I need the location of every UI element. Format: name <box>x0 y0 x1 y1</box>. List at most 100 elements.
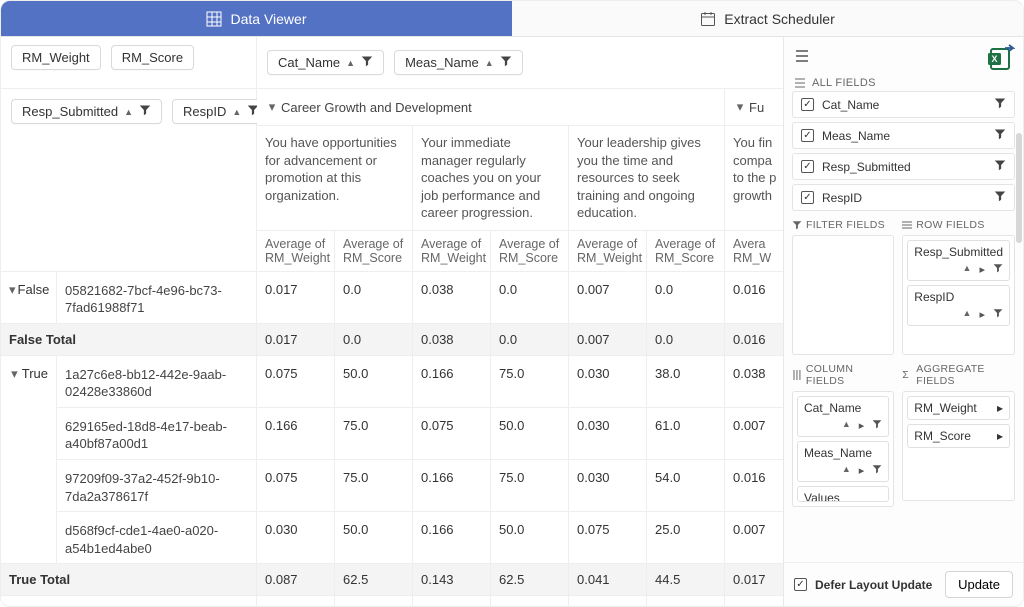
col-group-label: Career Growth and Development <box>281 100 472 115</box>
chevron-right-icon[interactable]: ▸ <box>997 429 1003 443</box>
chip-resp-id[interactable]: RespID ▲ <box>172 99 270 124</box>
chip-meas-name[interactable]: Meas_Name ▲ <box>394 50 523 75</box>
chip-rm-weight[interactable]: RM_Weight <box>11 45 101 70</box>
cell: 50.0 <box>335 356 413 408</box>
tab-data-viewer[interactable]: Data Viewer <box>1 1 512 36</box>
sort-asc-icon[interactable]: ▲ <box>842 464 851 477</box>
row-group-true[interactable]: ▾True <box>1 356 57 564</box>
field-list-icon[interactable] <box>794 48 810 67</box>
filter-icon[interactable] <box>361 55 373 70</box>
tab-bar: Data Viewer Extract Scheduler <box>1 1 1023 37</box>
tab-label: Extract Scheduler <box>724 11 835 27</box>
content: RM_Weight RM_Score Cat_Name ▲ Meas_Name … <box>1 37 1023 606</box>
tag-values[interactable]: Values <box>797 486 889 502</box>
col-group-career[interactable]: ▾ Career Growth and Development <box>257 89 725 126</box>
tag-rm-score[interactable]: RM_Score▸ <box>907 424 1010 448</box>
cell: 0.030 <box>257 512 335 564</box>
chip-label: RM_Score <box>122 50 183 65</box>
tag-resp-id[interactable]: RespID ▲▸ <box>907 285 1010 326</box>
checkbox-icon[interactable] <box>801 191 814 204</box>
filter-icon[interactable] <box>993 308 1003 321</box>
tag-cat-name[interactable]: Cat_Name ▲▸ <box>797 396 889 437</box>
cell: 0.016 <box>725 272 783 324</box>
cell: 0.075 <box>569 512 647 564</box>
chevron-right-icon[interactable]: ▸ <box>979 263 985 276</box>
collapse-icon[interactable]: ▾ <box>9 366 20 382</box>
collapse-icon[interactable]: ▾ <box>733 99 747 115</box>
tab-extract-scheduler[interactable]: Extract Scheduler <box>512 1 1023 36</box>
cell: 38.0 <box>647 356 725 408</box>
field-cat-name[interactable]: Cat_Name <box>792 91 1015 118</box>
row-fields-dropzone[interactable]: Resp_Submitted ▲▸ RespID ▲▸ <box>902 235 1015 355</box>
panel-row-fields: ROW FIELDS Resp_Submitted ▲▸ RespID ▲▸ <box>902 219 1015 355</box>
filter-icon[interactable] <box>872 464 882 477</box>
sort-asc-icon[interactable]: ▲ <box>842 419 851 432</box>
filter-icon[interactable] <box>500 55 512 70</box>
col-group-fu[interactable]: ▾ Fu <box>725 89 783 126</box>
cell: 0.017 <box>725 564 783 596</box>
filter-icon[interactable] <box>994 190 1006 205</box>
aggregate-fields-dropzone[interactable]: RM_Weight ▸ RM_Score▸ <box>902 391 1015 501</box>
cell: 50.0 <box>491 596 569 606</box>
sort-asc-icon[interactable]: ▲ <box>124 107 133 117</box>
field-resp-submitted[interactable]: Resp_Submitted <box>792 153 1015 180</box>
tag-rm-weight[interactable]: RM_Weight ▸ <box>907 396 1010 420</box>
defer-checkbox[interactable] <box>794 578 807 591</box>
cell: 0.0 <box>335 272 413 324</box>
cell: 61.0 <box>647 408 725 460</box>
col-question-2: Your immediate manager regularly coaches… <box>413 126 569 231</box>
cell: 75.0 <box>491 356 569 408</box>
cell: 0.087 <box>257 564 335 596</box>
filter-icon[interactable] <box>994 128 1006 143</box>
defer-bar: Defer Layout Update Update <box>784 562 1023 606</box>
cell: 0.122 <box>413 596 491 606</box>
cell: 0.166 <box>257 408 335 460</box>
field-meas-name[interactable]: Meas_Name <box>792 122 1015 149</box>
col-question-3: Your leadership gives you the time and r… <box>569 126 725 231</box>
grid-icon <box>206 11 222 27</box>
cell: 0.017 <box>725 596 783 606</box>
sort-asc-icon[interactable]: ▲ <box>232 107 241 117</box>
filter-icon[interactable] <box>993 263 1003 276</box>
checkbox-icon[interactable] <box>801 98 814 111</box>
filter-fields-dropzone[interactable] <box>792 235 894 355</box>
filter-icon[interactable] <box>872 419 882 432</box>
field-resp-id[interactable]: RespID <box>792 184 1015 211</box>
value-chip-zone: RM_Weight RM_Score <box>1 37 257 88</box>
tag-meas-name[interactable]: Meas_Name ▲▸ <box>797 441 889 482</box>
chip-rm-score[interactable]: RM_Score <box>111 45 194 70</box>
cell: 0.075 <box>257 460 335 512</box>
chevron-right-icon[interactable]: ▸ <box>859 419 865 432</box>
chip-cat-name[interactable]: Cat_Name ▲ <box>267 50 384 75</box>
chevron-right-icon[interactable]: ▸ <box>997 401 1003 415</box>
tag-label: Values <box>804 491 882 502</box>
panel-column-fields: COLUMN FIELDS Cat_Name ▲▸ Meas_Name ▲▸ V… <box>792 363 894 507</box>
collapse-icon[interactable]: ▾ <box>265 99 279 115</box>
chevron-right-icon[interactable]: ▸ <box>859 464 865 477</box>
pivot-grid: Resp_Submitted ▲ RespID ▲ <box>1 89 783 606</box>
tag-label: RM_Weight <box>914 401 976 415</box>
export-excel-icon[interactable]: X <box>985 43 1013 71</box>
chevron-right-icon[interactable]: ▸ <box>979 308 985 321</box>
scrollbar-thumb[interactable] <box>1016 133 1022 243</box>
sort-asc-icon[interactable]: ▲ <box>963 308 972 321</box>
column-fields-dropzone[interactable]: Cat_Name ▲▸ Meas_Name ▲▸ Values <box>792 391 894 507</box>
cell: 50.0 <box>335 512 413 564</box>
chip-resp-submitted[interactable]: Resp_Submitted ▲ <box>11 99 162 124</box>
update-button[interactable]: Update <box>945 571 1013 598</box>
sort-asc-icon[interactable]: ▲ <box>346 58 355 68</box>
cell: 0.016 <box>725 324 783 356</box>
sort-asc-icon[interactable]: ▲ <box>485 58 494 68</box>
cell: 0.041 <box>569 564 647 596</box>
filter-icon[interactable] <box>994 97 1006 112</box>
sort-asc-icon[interactable]: ▲ <box>963 263 972 276</box>
checkbox-icon[interactable] <box>801 160 814 173</box>
row-group-false[interactable]: ▾False <box>1 272 57 324</box>
filter-icon[interactable] <box>994 159 1006 174</box>
cell: 0.016 <box>725 460 783 512</box>
collapse-icon[interactable]: ▾ <box>9 282 16 298</box>
filter-icon[interactable] <box>139 104 151 119</box>
field-label: Resp_Submitted <box>822 160 911 174</box>
tag-resp-submitted[interactable]: Resp_Submitted ▲▸ <box>907 240 1010 281</box>
checkbox-icon[interactable] <box>801 129 814 142</box>
